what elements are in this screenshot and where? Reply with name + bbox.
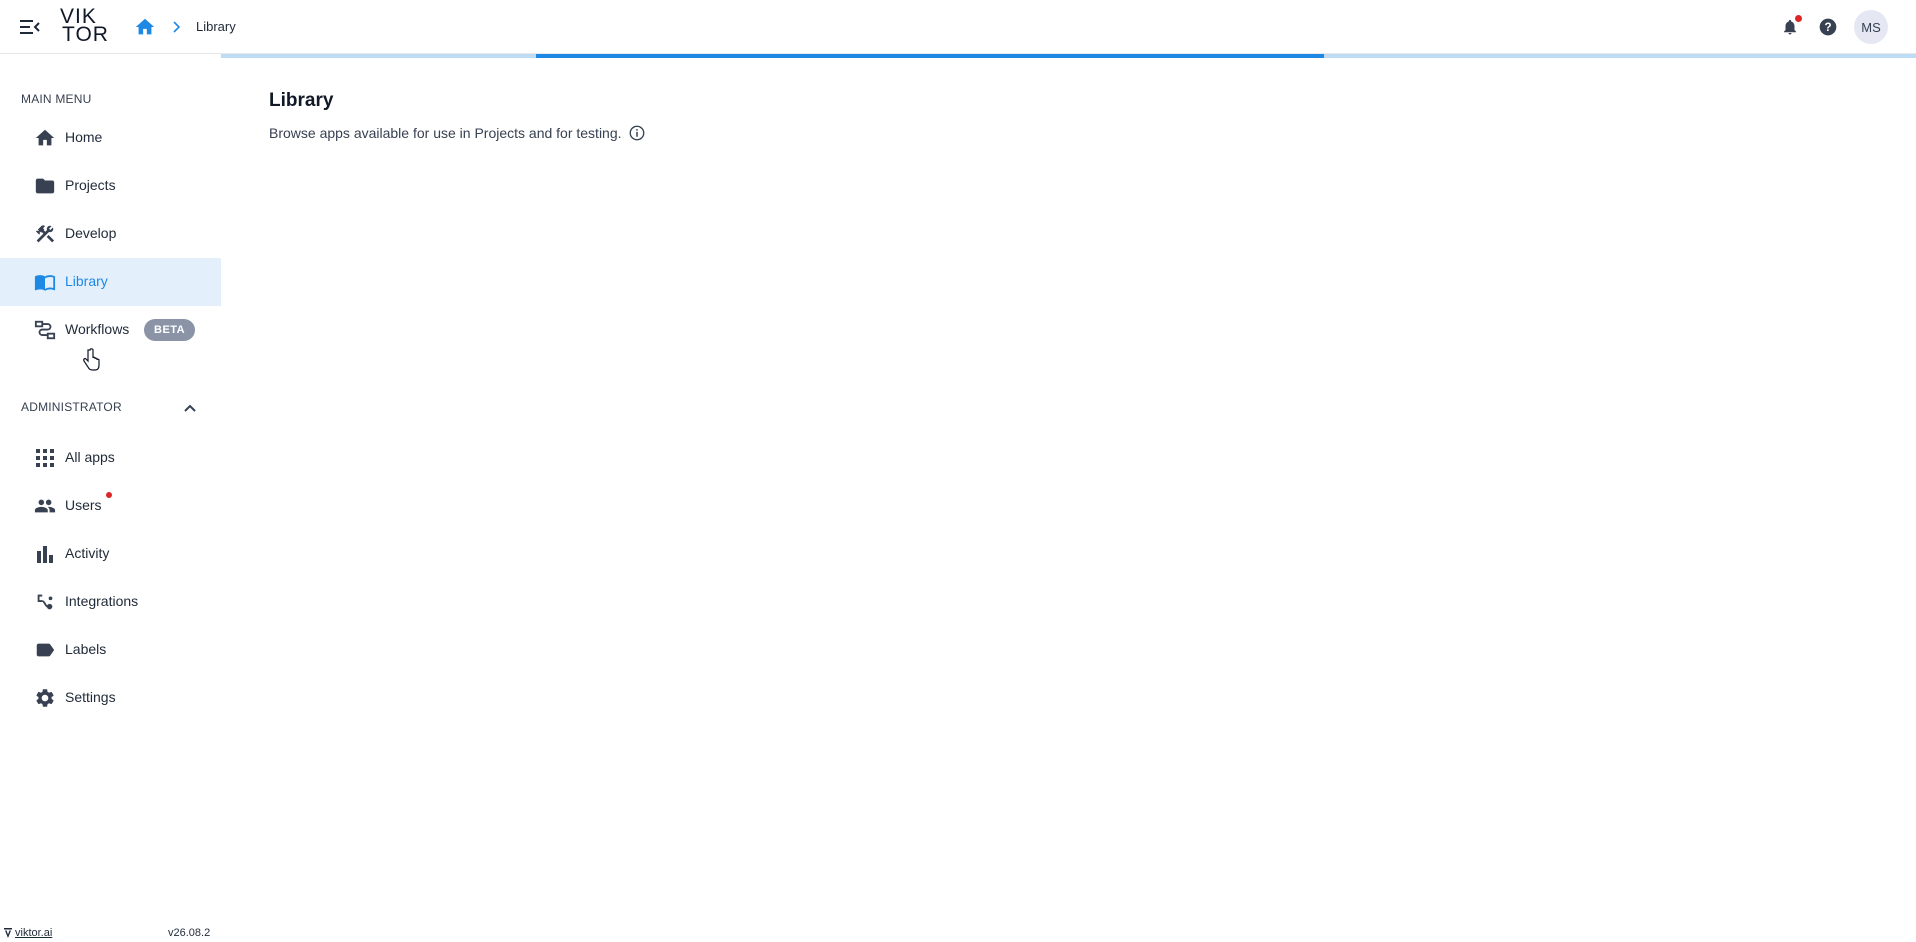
svg-text:?: ?	[1824, 21, 1831, 34]
sidebar-item-label: All apps	[65, 449, 115, 465]
menu-collapse-icon[interactable]	[18, 15, 42, 39]
sidebar-item-label: Settings	[65, 689, 116, 705]
sidebar-item-label: Labels	[65, 641, 107, 657]
chevron-up-icon[interactable]	[180, 398, 200, 418]
viktor-mark-icon	[4, 928, 12, 938]
sidebar-item-label: Develop	[65, 225, 117, 241]
chevron-right-icon	[170, 19, 184, 35]
sidebar-item-label: Home	[65, 129, 103, 145]
viktor-logo[interactable]: VIK TOR	[60, 6, 110, 46]
main-content: Library Browse apps available for use in…	[221, 58, 1916, 942]
sidebar-item-all-apps[interactable]: All apps	[0, 434, 221, 482]
info-icon[interactable]	[628, 124, 646, 142]
header-actions: ? MS	[1778, 10, 1888, 44]
sidebar-item-integrations[interactable]: Integrations	[0, 578, 221, 626]
sidebar-item-label: Library	[65, 273, 108, 289]
main-menu-label: MAIN MENU	[21, 92, 92, 106]
viktor-ai-link[interactable]: viktor.ai	[15, 927, 52, 939]
sidebar-item-label: Users	[65, 497, 102, 513]
apps-grid-icon	[33, 446, 57, 470]
sidebar-item-labels[interactable]: Labels	[0, 626, 221, 674]
footer-brand: viktor.ai	[4, 927, 52, 939]
sidebar-footer: viktor.ai v26.08.2	[0, 925, 221, 942]
sidebar-item-label: Activity	[65, 545, 110, 561]
users-notification-dot	[106, 492, 112, 498]
top-bar: VIK TOR Library ? MS	[0, 0, 1916, 54]
page-description-text: Browse apps available for use in Project…	[269, 125, 622, 141]
sidebar-item-home[interactable]: Home	[0, 114, 221, 162]
label-icon	[33, 638, 57, 662]
help-icon[interactable]: ?	[1816, 15, 1840, 39]
sidebar: MAIN MENU Home Projects Develop Library …	[0, 58, 221, 942]
home-icon	[33, 126, 57, 150]
breadcrumb-current: Library	[196, 19, 236, 34]
sidebar-item-users[interactable]: Users	[0, 482, 221, 530]
integrations-icon	[33, 590, 57, 614]
beta-badge: BETA	[144, 319, 196, 341]
sidebar-item-label: Integrations	[65, 593, 139, 609]
sidebar-item-workflows[interactable]: Workflows BETA	[0, 306, 221, 354]
sidebar-item-projects[interactable]: Projects	[0, 162, 221, 210]
book-icon	[33, 270, 57, 294]
sidebar-item-settings[interactable]: Settings	[0, 674, 221, 722]
logo-line-2: TOR	[62, 23, 109, 46]
tools-icon	[33, 222, 57, 246]
version-label: v26.08.2	[168, 927, 211, 939]
sidebar-item-develop[interactable]: Develop	[0, 210, 221, 258]
gear-icon	[33, 686, 57, 710]
user-avatar[interactable]: MS	[1854, 10, 1888, 44]
workflow-icon	[33, 318, 57, 342]
notification-dot	[1795, 15, 1802, 22]
sidebar-item-library[interactable]: Library	[0, 258, 221, 306]
sidebar-item-label: Projects	[65, 177, 116, 193]
administrator-label: ADMINISTRATOR	[21, 400, 122, 414]
page-description: Browse apps available for use in Project…	[269, 124, 646, 142]
folder-icon	[33, 174, 57, 198]
breadcrumb-home-icon[interactable]	[134, 16, 156, 38]
users-icon	[33, 494, 57, 518]
bar-chart-icon	[33, 542, 57, 566]
notifications-bell-icon[interactable]	[1778, 15, 1802, 39]
page-title: Library	[269, 90, 334, 111]
sidebar-item-label: Workflows	[65, 321, 130, 337]
sidebar-item-activity[interactable]: Activity	[0, 530, 221, 578]
